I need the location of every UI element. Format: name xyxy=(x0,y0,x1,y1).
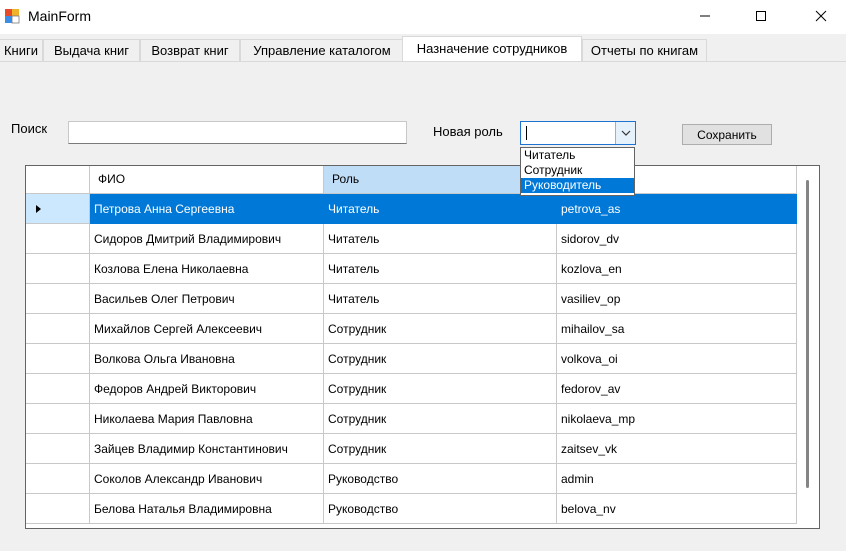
row-header[interactable] xyxy=(26,344,90,374)
cell-role[interactable]: Сотрудник xyxy=(324,344,557,374)
row-pointer-icon xyxy=(36,205,41,213)
cell-role[interactable]: Руководство xyxy=(324,464,557,494)
combo-dropdown-button[interactable] xyxy=(615,122,635,144)
cell-name[interactable]: Зайцев Владимир Константинович xyxy=(90,434,324,464)
role-option-employee[interactable]: Сотрудник xyxy=(521,163,634,178)
maximize-button[interactable] xyxy=(738,0,784,32)
row-header[interactable] xyxy=(26,374,90,404)
cell-role[interactable]: Сотрудник xyxy=(324,434,557,464)
app-icon xyxy=(5,9,20,24)
cell-login[interactable]: mihailov_sa xyxy=(557,314,797,344)
cell-login[interactable]: sidorov_dv xyxy=(557,224,797,254)
new-role-label: Новая роль xyxy=(433,124,503,139)
minimize-button[interactable] xyxy=(682,0,728,32)
staff-grid[interactable]: ФИО Роль Петрова Анна Сергеевна Читатель… xyxy=(25,165,820,529)
cell-role[interactable]: Читатель xyxy=(324,254,557,284)
search-label: Поиск xyxy=(11,121,48,136)
cell-name[interactable]: Михайлов Сергей Алексеевич xyxy=(90,314,324,344)
role-combobox[interactable] xyxy=(520,121,636,145)
text-caret xyxy=(526,126,527,140)
dropdown-arrow-icon xyxy=(621,130,630,136)
cell-role[interactable]: Сотрудник xyxy=(324,374,557,404)
column-header-name[interactable]: ФИО xyxy=(90,166,324,194)
cell-login[interactable]: petrova_as xyxy=(557,194,797,224)
cell-login[interactable]: belova_nv xyxy=(557,494,797,524)
row-header[interactable] xyxy=(26,404,90,434)
search-input[interactable] xyxy=(68,121,407,144)
row-header[interactable] xyxy=(26,194,90,224)
cell-name[interactable]: Васильев Олег Петрович xyxy=(90,284,324,314)
row-header-corner xyxy=(26,166,90,194)
tab-return-books[interactable]: Возврат книг xyxy=(140,39,240,61)
cell-login[interactable]: nikolaeva_mp xyxy=(557,404,797,434)
scrollbar-thumb[interactable] xyxy=(806,180,809,488)
cell-role[interactable]: Руководство xyxy=(324,494,557,524)
cell-login[interactable]: admin xyxy=(557,464,797,494)
cell-role[interactable]: Читатель xyxy=(324,224,557,254)
close-icon xyxy=(815,10,827,22)
role-option-manager[interactable]: Руководитель xyxy=(521,178,634,193)
row-header[interactable] xyxy=(26,224,90,254)
tab-book-reports[interactable]: Отчеты по книгам xyxy=(582,39,707,61)
row-header[interactable] xyxy=(26,254,90,284)
role-dropdown-list: Читатель Сотрудник Руководитель xyxy=(520,147,635,196)
cell-name[interactable]: Соколов Александр Иванович xyxy=(90,464,324,494)
row-header[interactable] xyxy=(26,464,90,494)
cell-name[interactable]: Сидоров Дмитрий Владимирович xyxy=(90,224,324,254)
window-title: MainForm xyxy=(28,8,92,24)
tab-staff-assignment[interactable]: Назначение сотрудников xyxy=(402,36,582,62)
tab-strip: Книги Выдача книг Возврат книг Управлени… xyxy=(0,36,846,62)
cell-login[interactable]: kozlova_en xyxy=(557,254,797,284)
cell-name[interactable]: Петрова Анна Сергеевна xyxy=(90,194,324,224)
tab-issue-books[interactable]: Выдача книг xyxy=(43,39,140,61)
cell-login[interactable]: fedorov_av xyxy=(557,374,797,404)
cell-login[interactable]: vasiliev_op xyxy=(557,284,797,314)
title-bar: MainForm xyxy=(0,0,846,34)
close-button[interactable] xyxy=(798,0,844,32)
minimize-icon xyxy=(700,15,710,17)
row-header[interactable] xyxy=(26,434,90,464)
cell-role[interactable]: Сотрудник xyxy=(324,404,557,434)
cell-name[interactable]: Волкова Ольга Ивановна xyxy=(90,344,324,374)
row-header[interactable] xyxy=(26,284,90,314)
cell-login[interactable]: zaitsev_vk xyxy=(557,434,797,464)
row-header[interactable] xyxy=(26,314,90,344)
cell-name[interactable]: Николаева Мария Павловна xyxy=(90,404,324,434)
row-header[interactable] xyxy=(26,494,90,524)
vertical-scrollbar[interactable] xyxy=(797,166,819,528)
role-option-reader[interactable]: Читатель xyxy=(521,148,634,163)
maximize-icon xyxy=(756,11,766,21)
cell-name[interactable]: Белова Наталья Владимировна xyxy=(90,494,324,524)
cell-name[interactable]: Федоров Андрей Викторович xyxy=(90,374,324,404)
cell-role[interactable]: Читатель xyxy=(324,284,557,314)
cell-name[interactable]: Козлова Елена Николаевна xyxy=(90,254,324,284)
save-button[interactable]: Сохранить xyxy=(682,124,772,145)
cell-role[interactable]: Сотрудник xyxy=(324,314,557,344)
tab-catalog-management[interactable]: Управление каталогом xyxy=(240,39,404,61)
cell-role[interactable]: Читатель xyxy=(324,194,557,224)
cell-login[interactable]: volkova_oi xyxy=(557,344,797,374)
tab-books[interactable]: Книги xyxy=(0,39,43,61)
